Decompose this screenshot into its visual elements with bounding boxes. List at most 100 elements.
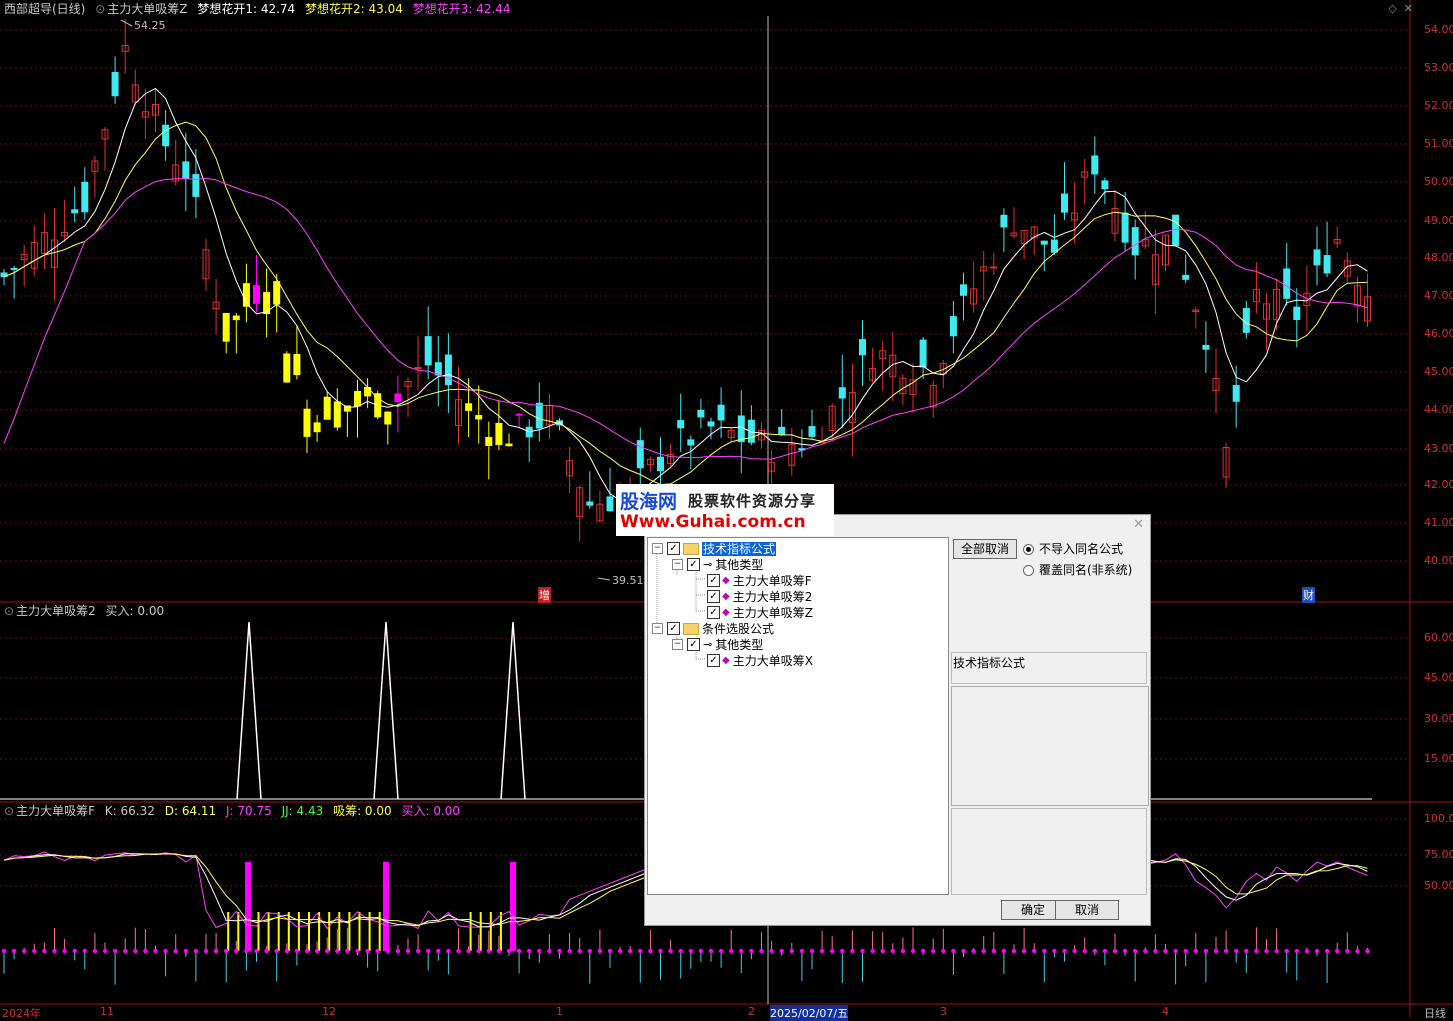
buy-signal-bar <box>510 862 516 951</box>
baseline-dot <box>1294 948 1300 954</box>
collapse-icon[interactable]: − <box>672 559 683 570</box>
candle-body <box>1293 306 1301 321</box>
event-marker-cai[interactable]: 财 <box>1302 587 1315 603</box>
option-overwrite-same-name[interactable]: 覆盖同名(非系统) <box>1023 562 1132 578</box>
baseline-dot <box>1234 948 1239 954</box>
formula-tree[interactable]: − ✓ 技术指标公式 − ✓ ⊸ 其他类型 ✓ ◆ 主力大单吸筹F ✓ ◆ 主力大单吸筹2 ✓ ◆ 主力大单吸… <box>647 537 949 895</box>
candle-body <box>697 409 705 418</box>
baseline-dot <box>567 948 572 954</box>
mid-indicator-name[interactable]: 主力大单吸筹2 <box>16 604 96 618</box>
checkbox[interactable]: ✓ <box>707 606 720 619</box>
close-icon[interactable]: ✕ <box>1404 2 1413 15</box>
baseline-dot <box>1011 948 1017 954</box>
candle-body <box>717 404 725 421</box>
candle-body <box>354 390 361 407</box>
baseline-dot <box>1 948 7 954</box>
radio-selected-icon[interactable] <box>1023 544 1034 555</box>
baseline-dot <box>506 948 512 954</box>
candle-body <box>1182 274 1190 280</box>
mid-tick: 15.00 <box>1424 752 1453 765</box>
import-formula-dialog: ✕ − ✓ 技术指标公式 − ✓ ⊸ 其他类型 ✓ ◆ 主力大单吸筹F ✓ ◆ 主力大单吸筹2 ✓ ◆ 主力大… <box>644 514 1151 926</box>
indicator-toggle-icon[interactable]: ⊙ <box>95 2 105 16</box>
baseline-dot <box>951 948 956 954</box>
baseline-dot <box>486 948 491 954</box>
baseline-dot <box>840 948 845 954</box>
tree-node[interactable]: ✓ ◆ 主力大单吸筹2 <box>692 588 812 604</box>
cancel-button[interactable]: 取消 <box>1055 900 1119 920</box>
tree-node[interactable]: − ✓ ⊸ 其他类型 <box>672 556 763 572</box>
baseline-dot <box>456 948 461 954</box>
baseline-dot <box>446 948 451 954</box>
baseline-dot <box>1143 948 1148 954</box>
baseline-dot <box>1062 948 1067 954</box>
baseline-dot <box>648 948 653 954</box>
indicator-toggle-icon[interactable]: ⊙ <box>4 604 14 618</box>
baseline-dot <box>527 948 532 954</box>
baseline-dot <box>1153 948 1158 954</box>
baseline-dot <box>1133 948 1138 954</box>
tree-node[interactable]: − ✓ 技术指标公式 <box>652 540 777 556</box>
baseline-dot <box>244 948 249 954</box>
baseline-dot <box>809 948 815 954</box>
price-tick: 42.00 <box>1424 478 1453 491</box>
k-value: K: 66.32 <box>104 804 155 818</box>
baseline-dot <box>163 948 168 954</box>
tree-node[interactable]: ✓ ◆ 主力大单吸筹F <box>692 572 812 588</box>
baseline-dot <box>365 948 370 954</box>
event-marker-zeng[interactable]: 增 <box>538 587 551 603</box>
collapse-icon[interactable]: − <box>652 543 663 554</box>
time-tick: 3 <box>940 1005 947 1018</box>
baseline-dot <box>961 948 966 954</box>
xichou-value: 吸筹: 0.00 <box>333 804 392 818</box>
candle-body <box>495 422 503 445</box>
baseline-dot <box>345 948 350 954</box>
baseline-dot <box>183 948 188 954</box>
candle-body <box>192 174 200 197</box>
bottom-indicator-name[interactable]: 主力大单吸筹F <box>16 804 95 818</box>
indicator-toggle-icon[interactable]: ⊙ <box>4 804 14 818</box>
collapse-icon[interactable]: − <box>652 623 663 634</box>
candle-body <box>1242 308 1250 333</box>
indicator-name[interactable]: 主力大单吸筹Z <box>107 2 187 16</box>
checkbox[interactable]: ✓ <box>707 654 720 667</box>
checkbox[interactable]: ✓ <box>707 590 720 603</box>
radio-unselected-icon[interactable] <box>1023 565 1034 576</box>
checkbox[interactable]: ✓ <box>687 558 700 571</box>
price-tick: 41.00 <box>1424 516 1453 529</box>
baseline-dot <box>32 948 37 954</box>
candle-body <box>475 415 483 420</box>
baseline-dot <box>466 948 471 954</box>
diamond-icon[interactable]: ◇ <box>1388 2 1396 15</box>
checkbox[interactable]: ✓ <box>687 638 700 651</box>
watermark-url: Www.Guhai.com.cn <box>620 512 806 532</box>
checkbox[interactable]: ✓ <box>667 622 680 635</box>
period-label[interactable]: 日线 <box>1424 1005 1446 1021</box>
baseline-dot <box>880 948 885 954</box>
candle-body <box>1202 344 1210 350</box>
checkbox[interactable]: ✓ <box>667 542 680 555</box>
collapse-icon[interactable]: − <box>672 639 683 650</box>
option-no-import-same-name[interactable]: 不导入同名公式 <box>1023 541 1123 557</box>
dialog-close-icon[interactable]: ✕ <box>1133 517 1144 532</box>
baseline-dot <box>72 948 77 954</box>
time-tick: 12 <box>322 1005 336 1018</box>
candle-body <box>283 353 291 383</box>
candle-body <box>434 362 442 376</box>
folder-icon <box>683 622 699 635</box>
candle-body <box>182 161 190 179</box>
baseline-dot <box>688 948 693 954</box>
candle-body <box>838 387 846 399</box>
tree-node[interactable]: − ✓ ⊸ 其他类型 <box>672 636 763 652</box>
candle-body <box>687 439 695 446</box>
tree-node-label: 技术指标公式 <box>702 541 777 556</box>
mid-chart-header: ⊙ 主力大单吸筹2 买入: 0.00 <box>4 603 170 619</box>
tree-node[interactable]: − ✓ 条件选股公式 <box>652 620 774 636</box>
tree-node[interactable]: ✓ ◆ 主力大单吸筹Z <box>692 604 813 620</box>
baseline-dot <box>779 948 784 954</box>
low-marker-leader <box>597 577 611 581</box>
candle-body <box>737 415 745 443</box>
tree-node[interactable]: ✓ ◆ 主力大单吸筹X <box>692 652 813 668</box>
cancel-all-button[interactable]: 全部取消 <box>953 539 1017 559</box>
baseline-dot <box>830 948 835 954</box>
checkbox[interactable]: ✓ <box>707 574 720 587</box>
